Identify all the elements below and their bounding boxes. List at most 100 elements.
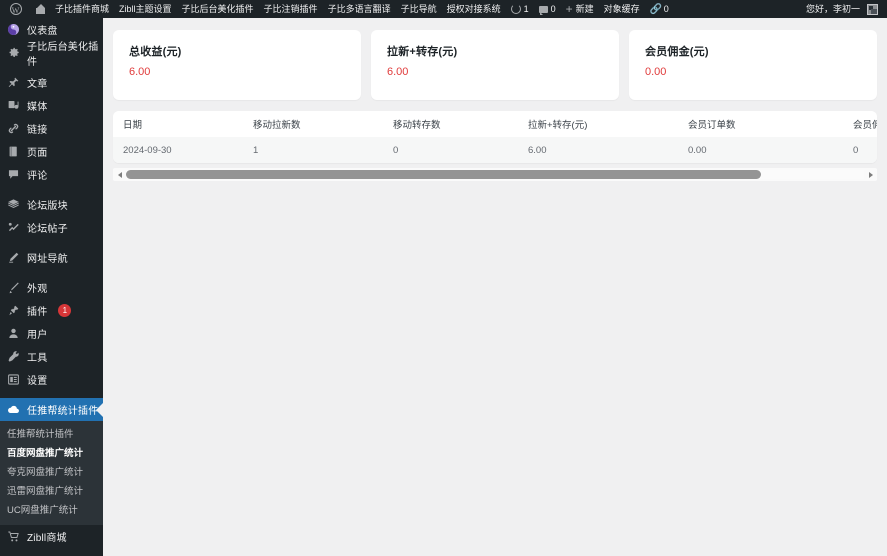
sidebar-item-tools[interactable]: 工具 [0,345,103,368]
my-account-button[interactable]: 您好，李初一 [801,0,883,18]
table-header-row: 日期 移动拉新数 移动转存数 拉新+转存(元) 会员订单数 会员佣金(元) [113,111,877,137]
admin-bar-item-label: 子比插件商城 [55,4,110,14]
sidebar-item-zibi-admin-beautify[interactable]: 子比后台美化插件 [0,41,103,68]
sidebar-item-posts[interactable]: 文章 [0,71,103,94]
stats-table-card: 日期 移动拉新数 移动转存数 拉新+转存(元) 会员订单数 会员佣金(元) 20… [113,111,877,163]
object-cache-button[interactable]: 对象缓存 [599,0,645,18]
sidebar-item-users[interactable]: 用户 [0,322,103,345]
greeting-label: 您好，李初一 [805,4,860,14]
sidebar-item-label: 用户 [27,330,48,341]
card-value: 6.00 [387,66,409,78]
admin-sidebar-menu: 仪表盘 子比后台美化插件 文章 媒体 链接 页面 评论 论坛版块 论坛帖子 网址… [0,18,103,556]
admin-bar-item-label: 子比注销插件 [263,4,318,14]
cell-new-plus-save-amount: 6.00 [528,144,547,156]
link-icon: 🔗 [649,3,663,15]
plugins-update-badge: 1 [58,304,72,317]
card-value: 0.00 [645,66,667,78]
sidebar-item-forum-boards[interactable]: 论坛版块 [0,193,103,216]
sidebar-item-plugins[interactable]: 插件 1 [0,299,103,322]
cart-icon [7,530,20,543]
avatar [867,3,878,15]
new-content-label: 新建 [575,4,594,14]
sidebar-item-label: 文章 [27,79,48,90]
table-row: 2024-09-30 1 0 6.00 0.00 0 [113,137,877,163]
submenu-item-baidu-pan-stats[interactable]: 百度网盘推广统计 [0,444,103,463]
sidebar-item-rentuibang-stats[interactable]: 任推帮统计插件 [0,398,103,421]
sidebar-item-site-nav[interactable]: 网址导航 [0,246,103,269]
admin-bar-item-0[interactable]: 子比插件商城 [50,0,114,18]
sidebar-item-media[interactable]: 媒体 [0,94,103,117]
links-count: 0 [663,4,669,14]
sidebar-item-appearance[interactable]: 外观 [0,276,103,299]
appearance-brush-icon [7,281,20,294]
wordpress-logo-icon [9,2,22,20]
scrollbar-thumb[interactable] [126,170,761,179]
card-value: 6.00 [129,66,151,78]
cell-member-orders: 0.00 [688,144,707,156]
card-title: 总收益(元) [129,46,182,58]
sidebar-item-settings[interactable]: 设置 [0,368,103,391]
admin-bar-item-4[interactable]: 子比多语言翻译 [323,0,396,18]
submenu-item-uc-pan-stats[interactable]: UC网盘推广统计 [0,501,103,520]
admin-bar-item-5[interactable]: 子比导航 [396,0,442,18]
forum-post-icon [7,221,20,234]
scrollbar-track[interactable] [126,170,864,179]
sidebar-item-label: 设置 [27,376,48,387]
comments-count: 0 [550,4,556,14]
column-header-new-plus-save-amount: 拉新+转存(元) [518,111,678,137]
sidebar-item-label: 链接 [27,125,48,136]
scroll-left-arrow-icon[interactable] [113,168,126,181]
sidebar-submenu-rentuibang: 任推帮统计插件 百度网盘推广统计 夸克网盘推广统计 迅雷网盘推广统计 UC网盘推… [0,421,103,525]
submenu-item-rentuibang-plugin[interactable]: 任推帮统计插件 [0,425,103,444]
admin-bar-item-1[interactable]: Zibll主题设置 [114,0,177,18]
sidebar-item-comments[interactable]: 评论 [0,163,103,186]
plugins-icon [7,304,20,317]
new-content-button[interactable]: + 新建 [561,0,599,18]
update-icon [510,4,521,14]
updates-button[interactable]: 1 [506,0,534,18]
sidebar-item-zibll-shop[interactable]: Zibll商城 [0,525,103,548]
card-title: 会员佣金(元) [645,46,709,58]
sidebar-item-label: 页面 [27,148,48,159]
gear-icon [7,46,20,59]
sidebar-item-label: 媒体 [27,102,48,113]
sidebar-item-pages[interactable]: 页面 [0,140,103,163]
cell-mobile-save: 0 [393,144,399,156]
submenu-item-quark-pan-stats[interactable]: 夸克网盘推广统计 [0,463,103,482]
admin-bar-item-3[interactable]: 子比注销插件 [259,0,323,18]
sidebar-item-label: 外观 [27,284,48,295]
nav-pencil-icon [7,251,20,264]
comment-bubble-icon [7,168,20,181]
cell-date: 2024-09-30 [123,144,172,156]
links-button[interactable]: 🔗 0 [645,0,674,18]
admin-bar-item-2[interactable]: 子比后台美化插件 [177,0,259,18]
sidebar-item-forum-posts[interactable]: 论坛帖子 [0,216,103,239]
column-header-date: 日期 [113,111,243,137]
wordpress-logo-button[interactable] [0,0,31,20]
comment-bubble-icon [538,5,548,15]
submenu-item-xunlei-pan-stats[interactable]: 迅雷网盘推广统计 [0,482,103,501]
stats-table-head: 日期 移动拉新数 移动转存数 拉新+转存(元) 会员订单数 会员佣金(元) [113,111,877,137]
forum-icon [7,198,20,211]
comments-button[interactable]: 0 [534,0,561,18]
user-icon [7,327,20,340]
table-horizontal-scrollbar[interactable] [113,168,877,181]
object-cache-label: 对象缓存 [603,4,640,14]
admin-bar-item-6[interactable]: 授权对接系统 [442,0,506,18]
stats-table-body: 2024-09-30 1 0 6.00 0.00 0 [113,137,877,163]
sidebar-item-label: 插件 [27,307,48,318]
site-home-button[interactable] [31,0,50,18]
summary-card-total-revenue: 总收益(元) 6.00 [113,30,361,100]
sidebar-item-label: 工具 [27,353,48,364]
admin-bar-item-label: 授权对接系统 [446,4,501,14]
stats-table: 日期 移动拉新数 移动转存数 拉新+转存(元) 会员订单数 会员佣金(元) 20… [113,111,877,163]
updates-count: 1 [523,4,529,14]
page-icon [7,145,20,158]
sidebar-item-label: 论坛版块 [27,201,68,212]
scroll-right-arrow-icon[interactable] [864,168,877,181]
column-header-mobile-new: 移动拉新数 [243,111,383,137]
link-icon [7,122,20,135]
sidebar-item-links[interactable]: 链接 [0,117,103,140]
column-header-member-orders: 会员订单数 [678,111,843,137]
home-icon [36,4,45,14]
